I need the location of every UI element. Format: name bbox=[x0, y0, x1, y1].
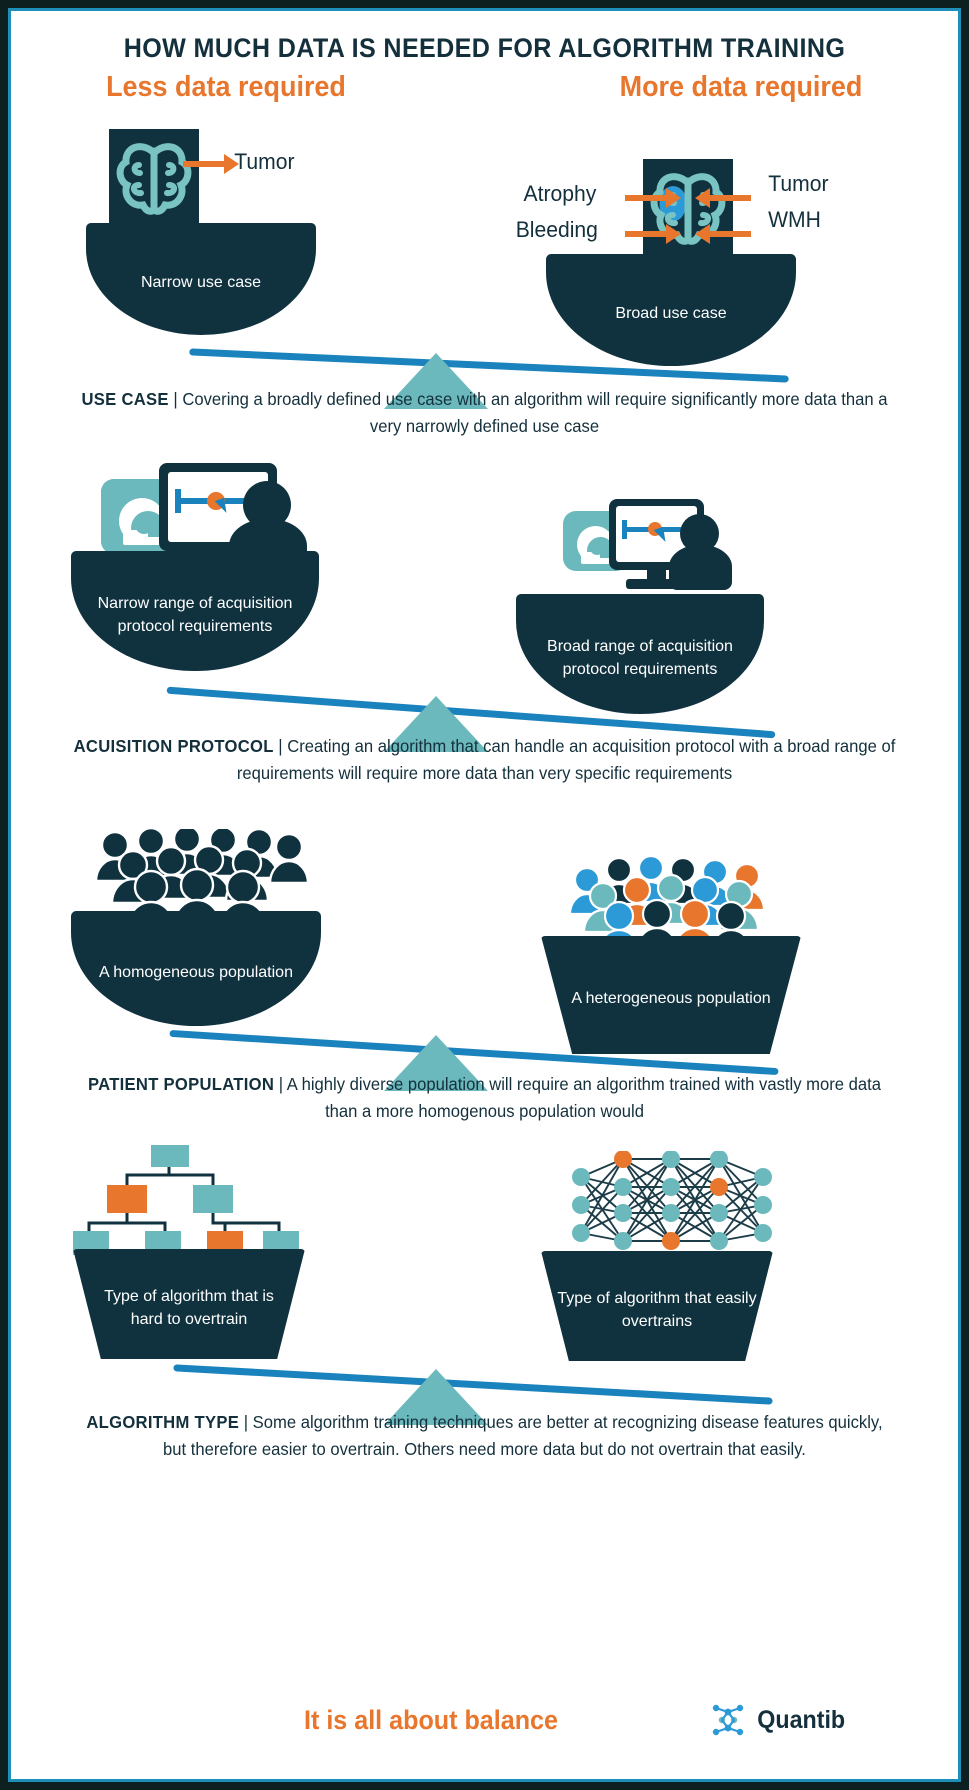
arrow-atrophy bbox=[625, 188, 681, 208]
caption-label-acquisition: ACUISITION PROTOCOL bbox=[73, 736, 274, 756]
bowl-broad-use-case: Broad use case bbox=[546, 254, 796, 366]
more-data-label: More data required bbox=[619, 71, 863, 103]
caption-text-population: A highly diverse population will require… bbox=[286, 1074, 882, 1122]
bowl-narrow-use-case-label: Narrow use case bbox=[140, 274, 262, 292]
caption-text-acquisition: Creating an algorithm that can handle an… bbox=[236, 736, 896, 784]
brain-narrow-image bbox=[109, 129, 199, 229]
caption-label-population: PATIENT POPULATION bbox=[87, 1074, 275, 1094]
caption-label-use-case: USE CASE bbox=[81, 389, 169, 409]
bowl-broad-protocol-label: Broad range of acquisition protocol requ… bbox=[547, 637, 733, 678]
annotation-bleeding: Bleeding bbox=[515, 217, 598, 242]
page-title: HOW MUCH DATA IS NEEDED FOR ALGORITHM TR… bbox=[123, 33, 846, 63]
bowl-hard-overtrain: Type of algorithm that is hard to overtr… bbox=[73, 1249, 305, 1359]
crowd-icon-heterogeneous bbox=[568, 854, 766, 956]
bowl-narrow-use-case: Narrow use case bbox=[86, 223, 316, 335]
infographic-stage: HOW MUCH DATA IS NEEDED FOR ALGORITHM TR… bbox=[11, 11, 958, 1779]
caption-divider-1: | bbox=[173, 389, 178, 409]
quantib-mark-icon bbox=[712, 1704, 744, 1736]
annotation-tumor-left: Tumor bbox=[234, 149, 295, 174]
brand-logo: Quantib bbox=[711, 1703, 848, 1737]
slogan: It is all about balance bbox=[304, 1705, 558, 1735]
brain-icon-multi bbox=[650, 173, 726, 245]
arrow-tumor-right bbox=[695, 188, 751, 208]
neural-network-svg bbox=[572, 1151, 772, 1250]
annotation-tumor-right: Tumor bbox=[768, 171, 829, 196]
caption-divider-3: | bbox=[278, 1074, 284, 1094]
bowl-hard-overtrain-label: Type of algorithm that is hard to overtr… bbox=[104, 1287, 274, 1328]
bowl-broad-protocol: Broad range of acquisition protocol requ… bbox=[516, 594, 764, 714]
caption-divider-4: | bbox=[243, 1412, 249, 1432]
arrow-bleeding bbox=[625, 224, 681, 244]
bowl-easily-overtrains-label: Type of algorithm that easily overtrains bbox=[557, 1289, 757, 1330]
infographic-frame: HOW MUCH DATA IS NEEDED FOR ALGORITHM TR… bbox=[8, 8, 961, 1782]
decision-tree-icon bbox=[73, 1143, 313, 1255]
bowl-heterogeneous-label: A heterogeneous population bbox=[571, 990, 771, 1008]
arrow-tumor-left-section bbox=[183, 154, 239, 174]
arrow-wmh bbox=[695, 224, 751, 244]
crowd-homogeneous bbox=[93, 824, 310, 931]
caption-population: PATIENT POPULATION | A highly diverse po… bbox=[73, 1071, 897, 1125]
decision-tree-svg bbox=[73, 1145, 299, 1255]
bowl-homogeneous: A homogeneous population bbox=[71, 911, 321, 1026]
neural-network-icon bbox=[567, 1151, 775, 1257]
bowl-homogeneous-label: A homogeneous population bbox=[99, 963, 293, 981]
bowl-easily-overtrains: Type of algorithm that easily overtrains bbox=[541, 1251, 773, 1361]
bowl-narrow-protocol: Narrow range of acquisition protocol req… bbox=[71, 551, 319, 671]
caption-use-case: USE CASE | Covering a broadly defined us… bbox=[73, 386, 897, 440]
caption-text-use-case: Covering a broadly defined use case with… bbox=[182, 389, 888, 437]
less-data-label: Less data required bbox=[106, 71, 346, 103]
brain-broad-image bbox=[643, 159, 733, 259]
caption-acquisition: ACUISITION PROTOCOL | Creating an algori… bbox=[73, 733, 897, 787]
caption-label-algorithm-type: ALGORITHM TYPE bbox=[86, 1412, 240, 1432]
caption-divider-2: | bbox=[278, 736, 283, 756]
annotation-wmh: WMH bbox=[768, 207, 821, 232]
bowl-heterogeneous: A heterogeneous population bbox=[541, 936, 801, 1054]
bowl-broad-use-case-label: Broad use case bbox=[615, 305, 727, 323]
caption-text-algorithm-type: Some algorithm training techniques are b… bbox=[163, 1412, 883, 1460]
crowd-icon-homogeneous bbox=[94, 824, 310, 931]
crowd-heterogeneous bbox=[568, 854, 771, 956]
bowl-narrow-protocol-label: Narrow range of acquisition protocol req… bbox=[97, 594, 293, 635]
brand-name: Quantib bbox=[757, 1705, 846, 1734]
annotation-atrophy: Atrophy bbox=[523, 181, 597, 206]
brain-icon bbox=[116, 143, 192, 215]
caption-algorithm-type: ALGORITHM TYPE | Some algorithm training… bbox=[73, 1409, 897, 1463]
